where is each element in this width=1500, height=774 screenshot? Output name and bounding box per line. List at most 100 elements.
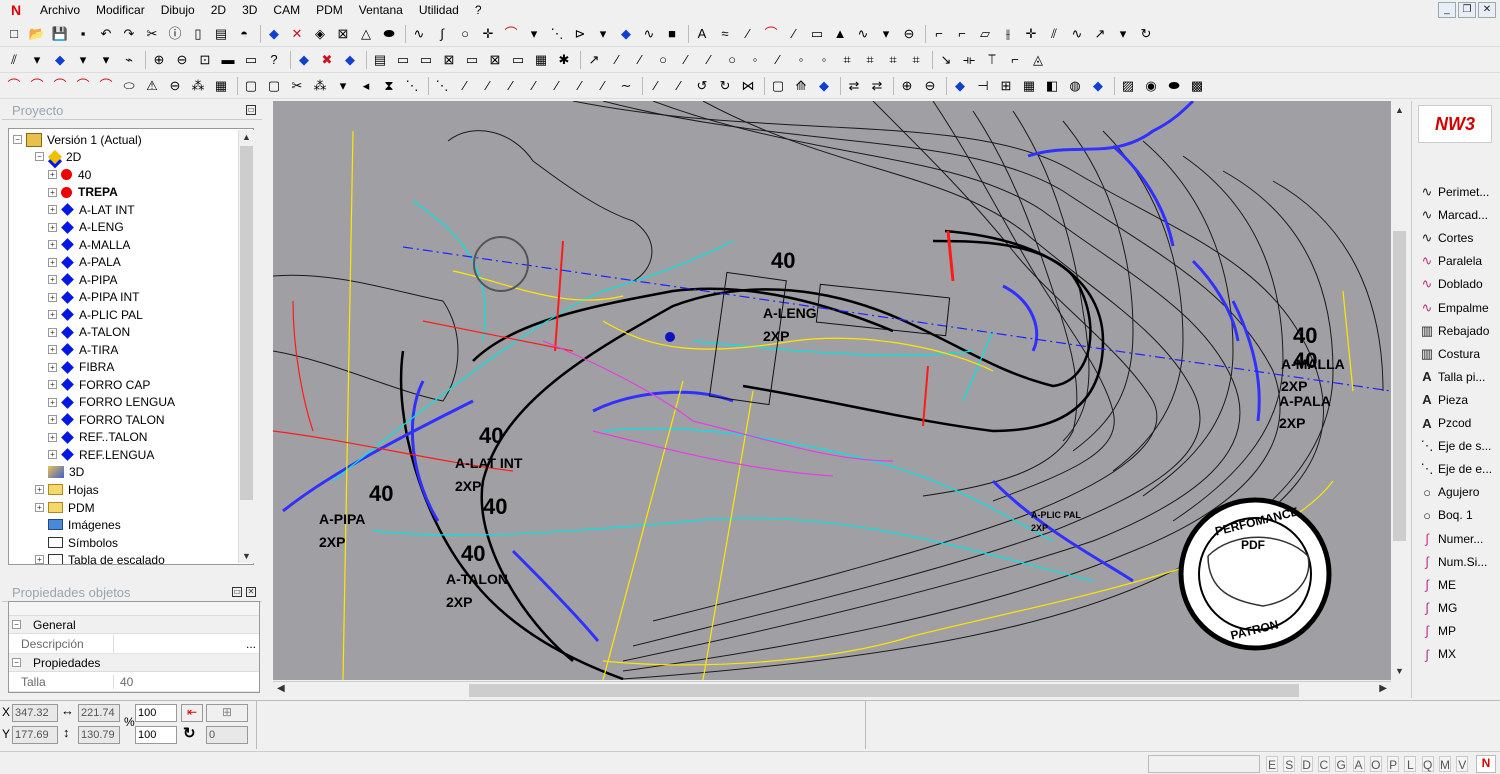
- toolbar-tool-icon[interactable]: ✖: [317, 50, 337, 70]
- rotation-field[interactable]: 0: [206, 726, 248, 744]
- toolbar-tool-icon[interactable]: ⌐: [929, 24, 949, 44]
- menu-pdm[interactable]: PDM: [308, 0, 351, 20]
- x-coord-field[interactable]: 347.32: [12, 704, 58, 722]
- tool-item[interactable]: ∿ Doblado: [1418, 273, 1483, 295]
- toolbar-tool-icon[interactable]: ∿: [853, 24, 873, 44]
- tool-item[interactable]: ∫ Numer...: [1418, 528, 1483, 550]
- scale-x-field[interactable]: 100: [135, 704, 177, 722]
- expand-icon[interactable]: +: [48, 222, 57, 232]
- toolbar-tool-icon[interactable]: ⬬: [379, 24, 399, 44]
- toolbar-tool-icon[interactable]: ⌒: [27, 76, 47, 96]
- toolbar-tool-icon[interactable]: ▾: [27, 50, 47, 70]
- tree-layer-item[interactable]: + A-LENG: [48, 219, 124, 236]
- toolbar-tool-icon[interactable]: ⌗: [860, 50, 880, 70]
- collapse-icon[interactable]: −: [13, 135, 22, 144]
- toolbar-tool-icon[interactable]: ■: [662, 24, 682, 44]
- tool-item[interactable]: ∿ Paralela: [1418, 250, 1482, 272]
- prop-section-general[interactable]: − General: [9, 616, 259, 634]
- toolbar-tool-icon[interactable]: ▯: [188, 24, 208, 44]
- toolbar-tool-icon[interactable]: ↗: [1090, 24, 1110, 44]
- toolbar-tool-icon[interactable]: ⟙: [982, 50, 1002, 70]
- align-icon[interactable]: ⇤: [181, 704, 203, 722]
- toolbar-tool-icon[interactable]: ▭: [393, 50, 413, 70]
- tool-item[interactable]: ∫ MG: [1418, 597, 1457, 619]
- toolbar-tool-icon[interactable]: ⁄: [607, 50, 627, 70]
- scroll-up-icon[interactable]: ▲: [1395, 105, 1404, 115]
- toolbar-tool-icon[interactable]: ▩: [1187, 76, 1207, 96]
- toolbar-tool-icon[interactable]: ✛: [478, 24, 498, 44]
- toolbar-tool-icon[interactable]: ✛: [1021, 24, 1041, 44]
- hscroll-thumb[interactable]: [469, 684, 1299, 697]
- toolbar-tool-icon[interactable]: ⋱: [402, 76, 422, 96]
- toolbar-tool-icon[interactable]: ⁄: [738, 24, 758, 44]
- tree-layer-item[interactable]: + A-TIRA: [48, 341, 118, 358]
- prop-talla-value[interactable]: 40: [113, 674, 259, 689]
- toolbar-tool-icon[interactable]: ⁄: [570, 76, 590, 96]
- tree-tabla[interactable]: + Tabla de escalado: [35, 551, 165, 564]
- drawing-canvas[interactable]: 40 A-LENG 2XP 40 A-LAT INT 2XP 40 40 A-P…: [273, 101, 1391, 680]
- toolbar-tool-icon[interactable]: ◆: [294, 50, 314, 70]
- scroll-right-icon[interactable]: ▶: [1379, 683, 1387, 694]
- toolbar-tool-icon[interactable]: ◆: [50, 50, 70, 70]
- toolbar-tool-icon[interactable]: ⫲: [998, 24, 1018, 44]
- tree-layer-item[interactable]: + TREPA: [48, 184, 118, 201]
- snap-toggle[interactable]: V: [1456, 756, 1469, 772]
- toolbar-tool-icon[interactable]: ▢: [241, 76, 261, 96]
- tree-2d[interactable]: − 2D: [35, 148, 81, 165]
- tool-item[interactable]: ∿ Empalme: [1418, 297, 1489, 319]
- collapse-icon[interactable]: −: [12, 620, 21, 629]
- expand-icon[interactable]: +: [35, 485, 44, 494]
- toolbar-tool-icon[interactable]: ⊣: [973, 76, 993, 96]
- tree-layer-item[interactable]: + FORRO LENGUA: [48, 394, 175, 411]
- toolbar-tool-icon[interactable]: ○: [455, 24, 475, 44]
- toolbar-tool-icon[interactable]: ⌁: [119, 50, 139, 70]
- toolbar-tool-icon[interactable]: ⊖: [899, 24, 919, 44]
- height-field[interactable]: 130.79: [78, 726, 120, 744]
- toolbar-tool-icon[interactable]: ⋱: [432, 76, 452, 96]
- toolbar-tool-icon[interactable]: ⁄: [547, 76, 567, 96]
- scroll-thumb[interactable]: [240, 146, 253, 500]
- scroll-left-icon[interactable]: ◀: [277, 683, 285, 694]
- toolbar-tool-icon[interactable]: ◆: [814, 76, 834, 96]
- toolbar-tool-icon[interactable]: △: [356, 24, 376, 44]
- toolbar-tool-icon[interactable]: ▾: [524, 24, 544, 44]
- expand-icon[interactable]: +: [35, 555, 44, 564]
- toolbar-tool-icon[interactable]: ⊖: [920, 76, 940, 96]
- toolbar-tool-icon[interactable]: ▾: [333, 76, 353, 96]
- toolbar-tool-icon[interactable]: ○: [653, 50, 673, 70]
- toolbar-tool-icon[interactable]: ◍: [1065, 76, 1085, 96]
- toolbar-tool-icon[interactable]: ⌒: [501, 24, 521, 44]
- toolbar-tool-icon[interactable]: ⁄: [699, 50, 719, 70]
- toolbar-tool-icon[interactable]: ↘: [936, 50, 956, 70]
- snap-toggle[interactable]: L: [1404, 756, 1417, 772]
- tool-item[interactable]: A Pzcod: [1418, 412, 1471, 434]
- prop-row-talla[interactable]: Talla 40: [9, 672, 259, 692]
- toolbar-tool-icon[interactable]: ▾: [1113, 24, 1133, 44]
- collapse-icon[interactable]: −: [12, 658, 21, 667]
- toolbar-tool-icon[interactable]: ◦: [745, 50, 765, 70]
- toolbar-tool-icon[interactable]: ▤: [370, 50, 390, 70]
- toolbar-tool-icon[interactable]: ⊞: [996, 76, 1016, 96]
- expand-icon[interactable]: +: [48, 327, 57, 337]
- y-coord-field[interactable]: 177.69: [12, 726, 58, 744]
- toolbar-tool-icon[interactable]: ▤: [211, 24, 231, 44]
- pin-icon[interactable]: ▭: [232, 587, 242, 597]
- tree-layer-item[interactable]: + A-PALA: [48, 254, 121, 271]
- toolbar-tool-icon[interactable]: ▾: [876, 24, 896, 44]
- toolbar-tool-icon[interactable]: ⧗: [379, 76, 399, 96]
- pin-icon[interactable]: ▭: [246, 105, 256, 115]
- tree-simbolos[interactable]: Símbolos: [48, 534, 118, 551]
- toolbar-tool-icon[interactable]: ⊕: [149, 50, 169, 70]
- toolbar-tool-icon[interactable]: ⁄: [524, 76, 544, 96]
- close-button[interactable]: ✕: [1478, 2, 1496, 18]
- toolbar-tool-icon[interactable]: ▲: [830, 24, 850, 44]
- toolbar-tool-icon[interactable]: ⊖: [165, 76, 185, 96]
- toolbar-tool-icon[interactable]: ◬: [1028, 50, 1048, 70]
- toolbar-tool-icon[interactable]: ⁄: [501, 76, 521, 96]
- expand-icon[interactable]: +: [48, 397, 57, 407]
- toolbar-tool-icon[interactable]: ∿: [409, 24, 429, 44]
- close-panel-icon[interactable]: ✕: [246, 587, 256, 597]
- toolbar-tool-icon[interactable]: ⁄: [768, 50, 788, 70]
- expand-icon[interactable]: +: [48, 362, 57, 372]
- toolbar-tool-icon[interactable]: ⟛: [959, 50, 979, 70]
